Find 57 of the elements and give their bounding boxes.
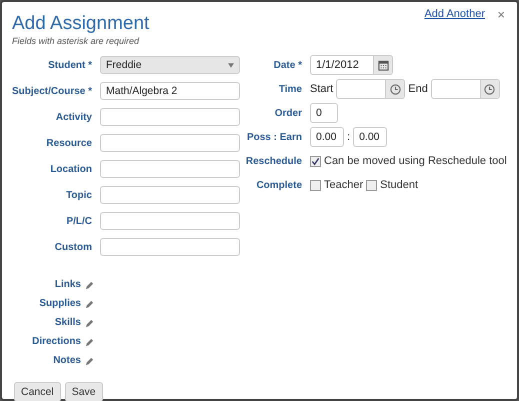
calendar-icon[interactable] — [378, 60, 388, 70]
dialog-button[interactable]: Save — [64, 382, 103, 401]
checkbox[interactable] — [310, 180, 321, 190]
text-field[interactable] — [100, 108, 240, 126]
field-label: Date * — [272, 58, 302, 72]
close-button[interactable]: × — [497, 7, 505, 22]
text-field[interactable] — [100, 186, 240, 204]
field-label: Location — [49, 162, 92, 176]
field-label: Subject/Course * — [12, 84, 92, 98]
checkbox[interactable] — [310, 156, 321, 166]
add-another-link[interactable]: Add Another — [424, 8, 485, 20]
pencil-icon[interactable] — [85, 318, 94, 328]
clock-icon[interactable] — [390, 84, 401, 94]
student-select[interactable]: Freddie — [100, 56, 240, 74]
field-label: Student * — [47, 58, 92, 72]
text-field[interactable] — [100, 238, 240, 256]
section-link[interactable]: Supplies — [39, 297, 81, 311]
dialog-button[interactable]: Cancel — [14, 382, 61, 401]
possible-field[interactable]: 0.00 — [310, 127, 344, 147]
time-field[interactable] — [336, 79, 406, 99]
field-label: Reschedule — [244, 154, 302, 168]
separator: : — [347, 131, 350, 143]
section-link[interactable]: Skills — [54, 316, 81, 330]
pencil-icon[interactable] — [85, 338, 94, 346]
earned-field[interactable]: 0.00 — [353, 127, 388, 147]
time-part-label: End — [408, 83, 428, 95]
checkbox-label: Can be moved using Reschedule tool — [324, 155, 507, 167]
field-label: Resource — [45, 136, 92, 150]
section-link[interactable]: Links — [54, 278, 81, 292]
pencil-icon[interactable] — [85, 280, 94, 290]
text-field[interactable] — [100, 212, 240, 230]
date-field[interactable]: 1/1/2012 — [310, 55, 393, 75]
dialog-title: Add Assignment — [12, 12, 150, 36]
caret-icon — [228, 62, 234, 68]
pencil-icon[interactable] — [85, 300, 94, 308]
pencil-icon[interactable] — [85, 356, 94, 366]
time-field[interactable] — [430, 79, 500, 99]
text-field[interactable]: Math/Algebra 2 — [100, 82, 240, 100]
field-label: Complete — [255, 178, 302, 192]
field-label: Custom — [54, 240, 92, 254]
field-label: Poss : Earn — [246, 130, 302, 144]
field-label: Topic — [65, 188, 92, 202]
text-field[interactable] — [100, 134, 240, 152]
field-label: Time — [278, 82, 302, 96]
checkbox-label: Teacher — [324, 179, 364, 191]
checkbox[interactable] — [366, 180, 378, 190]
order-field[interactable]: 0 — [310, 103, 338, 123]
field-label: Activity — [54, 110, 92, 124]
field-label: Order — [274, 106, 302, 120]
section-link[interactable]: Notes — [53, 354, 81, 368]
required-note: Fields with asterisk are required — [12, 36, 140, 46]
text-field[interactable] — [100, 160, 240, 178]
section-link[interactable]: Directions — [32, 335, 81, 349]
time-part-label: Start — [310, 83, 334, 95]
field-label: P/L/C — [65, 214, 92, 228]
clock-icon[interactable] — [484, 84, 496, 94]
checkbox-label: Student — [380, 179, 418, 191]
